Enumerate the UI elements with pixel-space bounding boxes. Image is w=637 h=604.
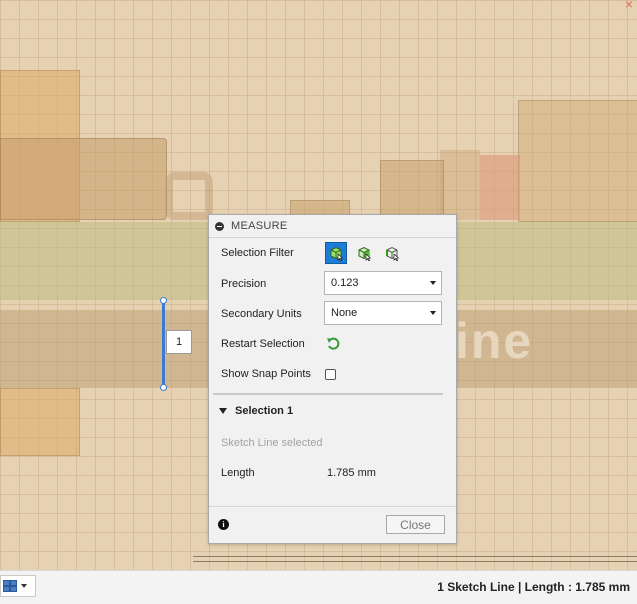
panel-footer: i Close xyxy=(209,506,456,543)
chevron-down-icon xyxy=(430,281,436,285)
show-snap-points-checkbox[interactable] xyxy=(325,368,336,380)
selection-section-header[interactable]: Selection 1 xyxy=(219,405,293,417)
precision-row: Precision xyxy=(221,271,325,297)
background-lettering: ine xyxy=(455,313,534,369)
select-body-filter-button[interactable] xyxy=(325,242,347,264)
sketch-point[interactable] xyxy=(160,297,167,304)
display-settings-button[interactable] xyxy=(0,575,36,597)
show-snap-points-row: Show Snap Points xyxy=(221,361,336,387)
secondary-units-row: Secondary Units xyxy=(221,301,325,327)
edge-cube-icon xyxy=(386,246,400,261)
body-cube-icon xyxy=(330,246,344,261)
model-ring xyxy=(165,172,213,220)
show-snap-points-label: Show Snap Points xyxy=(221,368,311,380)
length-label: Length xyxy=(221,467,255,479)
close-button[interactable]: Close xyxy=(386,515,445,534)
model-body xyxy=(0,138,167,220)
length-value: 1.785 mm xyxy=(327,467,376,479)
restart-selection-button[interactable] xyxy=(325,336,341,352)
select-edge-filter-button[interactable] xyxy=(381,242,403,264)
ground-line xyxy=(193,556,637,562)
precision-dropdown[interactable]: 0.123 xyxy=(324,271,442,295)
secondary-units-label: Secondary Units xyxy=(221,308,302,320)
chevron-down-icon xyxy=(430,311,436,315)
selected-sketch-line[interactable] xyxy=(162,301,165,388)
model-body xyxy=(518,100,637,222)
status-bar: 1 Sketch Line | Length : 1.785 mm xyxy=(0,570,637,604)
model-body-highlight xyxy=(480,155,520,220)
restart-selection-row: Restart Selection xyxy=(221,331,341,357)
precision-label: Precision xyxy=(221,278,267,290)
restart-selection-label: Restart Selection xyxy=(221,338,305,350)
restart-icon xyxy=(327,337,340,350)
select-face-filter-button[interactable] xyxy=(353,242,375,264)
selection-filter-row: Selection Filter xyxy=(221,240,409,266)
section-divider xyxy=(213,393,443,395)
model-body xyxy=(440,150,480,220)
selection-info: Sketch Line selected xyxy=(221,437,323,449)
selection-filter-label: Selection Filter xyxy=(221,247,294,259)
face-cube-icon xyxy=(358,246,372,261)
secondary-units-value: None xyxy=(331,307,358,319)
grid-layout-icon xyxy=(3,580,17,592)
section-title: Selection 1 xyxy=(235,405,294,417)
close-icon[interactable]: × xyxy=(625,0,633,12)
measure-panel: MEASURE Selection Filter Precision 0.123… xyxy=(208,214,457,544)
collapse-icon[interactable] xyxy=(215,221,224,231)
chevron-down-icon xyxy=(21,584,27,588)
precision-value: 0.123 xyxy=(331,277,359,289)
sketch-point[interactable] xyxy=(160,384,167,391)
secondary-units-dropdown[interactable]: None xyxy=(324,301,442,325)
status-text: 1 Sketch Line | Length : 1.785 mm xyxy=(437,580,630,594)
model-body xyxy=(0,388,80,456)
model-body xyxy=(380,160,444,222)
info-icon[interactable]: i xyxy=(218,519,229,530)
selection-callout: 1 xyxy=(166,330,192,354)
panel-title: MEASURE xyxy=(231,220,288,232)
expand-triangle-icon xyxy=(219,408,227,414)
panel-header[interactable]: MEASURE xyxy=(209,215,456,238)
